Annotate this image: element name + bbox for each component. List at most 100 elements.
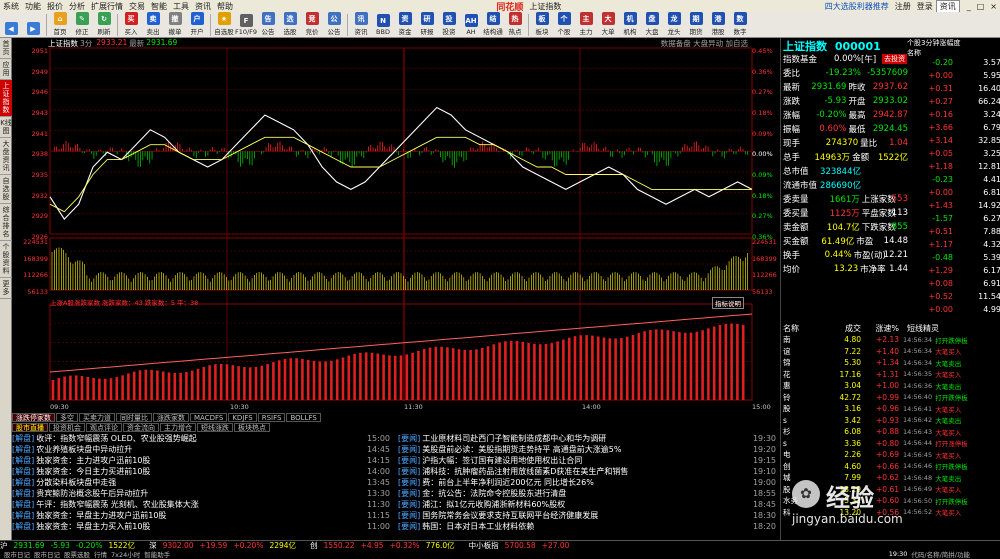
side-list-row[interactable]: +0.31 16.40 [907, 82, 1000, 95]
toolbar-big-order-button[interactable]: 大大单 [597, 12, 619, 37]
news-text[interactable]: 独家资金：今日主力买进前10股 [36, 466, 363, 477]
news-item[interactable]: [要闻] 浦江：拟1亿元收购浦浙新材料60%股权 18:45 [398, 499, 780, 510]
toolbar-watchlist-button[interactable]: ★ 自选股 [213, 12, 235, 37]
left-tab-8[interactable]: 更多 [0, 278, 12, 299]
toolbar-cancel-order-button[interactable]: 撤撤单 [164, 12, 186, 37]
news-item[interactable]: [解盘] 独家资金：早盘主力买入前10股 11:00 [12, 521, 394, 532]
news-text[interactable]: 农业养殖板块盘中异动拉升 [36, 444, 363, 455]
minimize-icon[interactable]: _ [964, 2, 974, 11]
left-tab-0[interactable]: 首页 [0, 38, 12, 59]
menu-item-6[interactable]: 智能 [148, 1, 170, 12]
news-item[interactable]: [要闻] 国务院常务会议要求支持互联网平台经济健康发展 18:30 [398, 510, 780, 521]
side-list-row[interactable]: +0.00 5.95 [907, 69, 1000, 82]
close-icon[interactable]: × [987, 2, 1000, 11]
news-text[interactable]: 沪指大幅：签订国有建设用地使用权出让合同 [422, 455, 749, 466]
left-tab-2[interactable]: 上证指数 [0, 80, 12, 117]
indicator-tab-2[interactable]: 买卖力道 [79, 413, 115, 422]
trade-row[interactable]: 锦 5.30 +1.34 14:56:34 大笔卖出 [783, 357, 1000, 369]
toolbar-market-button[interactable]: 盘大盘 [641, 12, 663, 37]
indicator-tab-1[interactable]: 多空 [56, 413, 78, 422]
toolbar-announcement-button[interactable]: 告公告 [257, 12, 279, 37]
menu-item-1[interactable]: 功能 [22, 1, 44, 12]
toolbar-f10-button[interactable]: F F10/F9 [235, 12, 257, 37]
trade-row[interactable]: 城 7.99 +0.62 14:56:48 大笔卖出 [783, 472, 1000, 484]
news-text[interactable]: 韩国：日本对日本工业材料依赖 [422, 521, 749, 532]
side-list-row[interactable]: +1.17 4.32 [907, 238, 1000, 251]
news-text[interactable]: 浦科技：抗肿瘤药品注射用放线菌素D获准在美生产和销售 [422, 466, 749, 477]
news-item[interactable]: [解盘] 分散染料板块盘中走强 13:45 [12, 477, 394, 488]
invest-button[interactable]: 去投资 [882, 54, 908, 64]
trade-row[interactable]: 铃 42.72 +0.99 14:56:40 打开跌停板 [783, 392, 1000, 404]
news-text[interactable]: 费：前台上半年净利润近200亿元 同比增长26% [422, 477, 749, 488]
toolbar-ah-button[interactable]: AH AH [460, 12, 482, 37]
toolbar-home-button[interactable]: ⌂ 首页 [49, 12, 71, 37]
menu-item-7[interactable]: 工具 [170, 1, 192, 12]
status-link[interactable]: 行情 [94, 549, 107, 559]
toolbar-forward-button[interactable]: ▶ [22, 12, 44, 37]
indicator-tab-3[interactable]: 同时量比 [116, 413, 152, 422]
maximize-icon[interactable]: □ [974, 2, 988, 11]
promo-link[interactable]: 四大选股利器推荐 [822, 1, 892, 12]
news-text[interactable]: 美股盘前必读：美股指期货走势持平 高通盘前大涨逾5% [422, 444, 749, 455]
toolbar-notice-button[interactable]: 公公告 [323, 12, 345, 37]
news-tab-2[interactable]: 观点评论 [86, 423, 122, 432]
indicator-help-button[interactable]: 指标说明 [712, 297, 744, 309]
side-list-row[interactable]: +3.14 32.85 [907, 134, 1000, 147]
news-text[interactable]: 工业原材料司赴西门子智能制造成都中心和华为调研 [422, 433, 749, 444]
left-tab-7[interactable]: 个股资料 [0, 241, 12, 278]
news-tab-0[interactable]: 股市直播 [12, 423, 48, 432]
toolbar-digital-button[interactable]: 数数字 [729, 12, 751, 37]
news-item[interactable]: [解盘] 贵宾鲸防治概念股午后异动拉升 13:30 [12, 488, 394, 499]
news-text[interactable]: 独家资金：早盘主力进攻户迅前10股 [36, 510, 363, 521]
status-link[interactable]: 智能助手 [144, 549, 170, 559]
side-list-row[interactable]: +0.08 6.91 [907, 277, 1000, 290]
menu-item-8[interactable]: 资讯 [192, 1, 214, 12]
side-list-row[interactable]: -1.57 6.27 [907, 212, 1000, 225]
toolbar-sector-button[interactable]: 板板块 [531, 12, 553, 37]
left-tab-5[interactable]: 自选股 [0, 175, 12, 204]
side-list-row[interactable]: -0.48 5.39 [907, 251, 1000, 264]
toolbar-buy-button[interactable]: 买买入 [120, 12, 142, 37]
news-item[interactable]: [解盘] 午评：指数窄幅震荡 光刻机、农业股集体大涨 11:30 [12, 499, 394, 510]
news-text[interactable]: 浦江：拟1亿元收购浦浙新材料60%股权 [422, 499, 749, 510]
toolbar-futures-button[interactable]: 期期货 [685, 12, 707, 37]
toolbar-stock-button[interactable]: 个个股 [553, 12, 575, 37]
news-item[interactable]: [解盘] 独家资金：主力进攻户迅前10股 14:15 [12, 455, 394, 466]
side-list-row[interactable]: -0.20 3.57 [907, 56, 1000, 69]
toolbar-correct-button[interactable]: ✎ 修正 [71, 12, 93, 37]
status-link[interactable]: 7x24小时 [111, 549, 140, 559]
code-search-input[interactable]: 代码/名称/简拼/功能 [911, 549, 970, 559]
toolbar-refresh-button[interactable]: ↻ 刷新 [93, 12, 115, 37]
news-item[interactable]: [解盘] 收评：指数窄幅震荡 OLED、农业股强势崛起 15:00 [12, 433, 394, 444]
news-item[interactable]: [要闻] 费：前台上半年净利润近200亿元 同比增长26% 19:00 [398, 477, 780, 488]
toolbar-hotspot-button[interactable]: 热热点 [504, 12, 526, 37]
trade-row[interactable]: s 3.36 +0.80 14:56:44 打开涨停板 [783, 438, 1000, 450]
trade-row[interactable]: 股 13.19 +0.61 14:56:49 大笔买入 [783, 484, 1000, 496]
news-tab-3[interactable]: 资金流向 [123, 423, 159, 432]
news-item[interactable]: [解盘] 农业养殖板块盘中异动拉升 14:45 [12, 444, 394, 455]
toolbar-info-button[interactable]: 讯资讯 [350, 12, 372, 37]
trade-row[interactable]: 杉 6.08 +0.88 14:56:43 大笔买入 [783, 426, 1000, 438]
news-item[interactable]: [解盘] 独家资金：今日主力买进前10股 14:00 [12, 466, 394, 477]
news-text[interactable]: 分散染料板块盘中走强 [36, 477, 363, 488]
indicator-tab-0[interactable]: 涨跌停家数 [12, 413, 55, 422]
menubar-right-1[interactable]: 登录 [914, 1, 936, 12]
toolbar-stock-picker-button[interactable]: 选选股 [279, 12, 301, 37]
news-text[interactable]: 金：抗公告：法院命令控股股东进行清盘 [422, 488, 749, 499]
toolbar-auction-button[interactable]: 竞竞价 [301, 12, 323, 37]
news-tab-6[interactable]: 板块热点 [234, 423, 270, 432]
menu-item-0[interactable]: 系统 [0, 1, 22, 12]
side-list-row[interactable]: +0.00 4.99 [907, 303, 1000, 316]
menubar-right-0[interactable]: 注册 [892, 1, 914, 12]
news-text[interactable]: 独家资金：主力进攻户迅前10股 [36, 455, 363, 466]
side-list-row[interactable]: +3.66 6.79 [907, 121, 1000, 134]
side-list-row[interactable]: -0.23 4.41 [907, 173, 1000, 186]
trade-row[interactable]: 创 4.60 +0.66 14:56:46 打开跌停板 [783, 461, 1000, 473]
trade-row[interactable]: 谊 7.22 +1.40 14:56:34 大笔买入 [783, 346, 1000, 358]
news-item[interactable]: [要闻] 工业原材料司赴西门子智能制造成都中心和华为调研 19:30 [398, 433, 780, 444]
news-tab-1[interactable]: 投资机会 [49, 423, 85, 432]
trade-row[interactable]: 电 2.26 +0.69 14:56:45 大笔买入 [783, 449, 1000, 461]
side-list-row[interactable]: +0.51 7.88 [907, 225, 1000, 238]
trade-row[interactable]: 南 4.80 +2.13 14:56:34 打开跌停板 [783, 334, 1000, 346]
side-list-row[interactable]: +0.00 6.81 [907, 186, 1000, 199]
